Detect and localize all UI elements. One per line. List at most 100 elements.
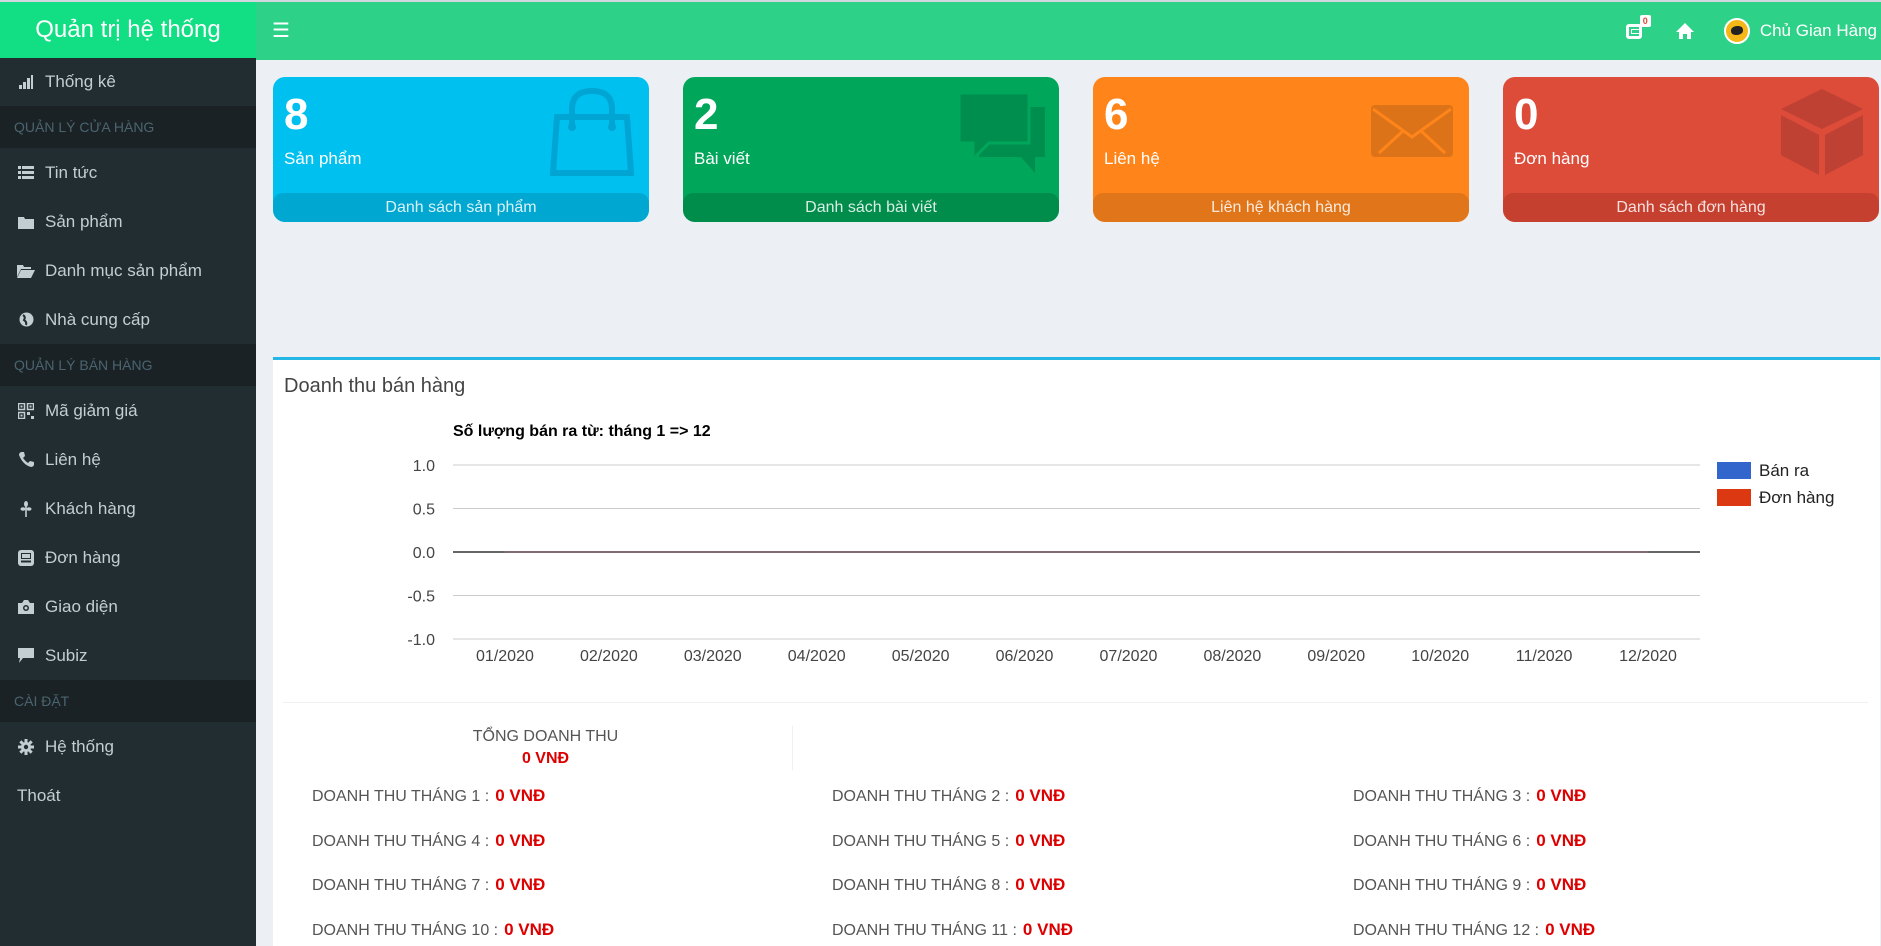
user-name[interactable]: Chủ Gian Hàng bbox=[1760, 21, 1877, 41]
monthly-revenue-value: 0 VNĐ bbox=[1536, 875, 1587, 894]
sidebar-item-12[interactable]: Subiz bbox=[0, 631, 256, 680]
monthly-revenue-value: 0 VNĐ bbox=[1536, 786, 1587, 805]
card-label: Sản phẩm bbox=[284, 149, 362, 168]
qrcode-icon bbox=[17, 402, 35, 420]
x-tick-label: 03/2020 bbox=[684, 648, 742, 665]
card-label: Bài viết bbox=[694, 149, 750, 168]
monthly-revenue-label: DOANH THU THÁNG 12 : bbox=[1353, 922, 1540, 939]
sidebar-item-0[interactable]: Thống kê bbox=[0, 58, 256, 106]
monthly-revenue-value: 0 VNĐ bbox=[495, 786, 546, 805]
monthly-revenue: DOANH THU THÁNG 12 : 0 VNĐ bbox=[1353, 920, 1595, 940]
divider bbox=[283, 702, 1868, 703]
globe-icon bbox=[17, 311, 35, 329]
app-logo[interactable]: Quản trị hệ thống bbox=[0, 2, 256, 58]
monthly-revenue-value: 0 VNĐ bbox=[1545, 920, 1596, 939]
sidebar-item-3[interactable]: Sản phẩm bbox=[0, 197, 256, 246]
x-tick-label: 10/2020 bbox=[1411, 648, 1469, 665]
monthly-revenue-value: 0 VNĐ bbox=[1536, 831, 1587, 850]
legend-swatch bbox=[1717, 489, 1751, 506]
monthly-revenue-label: DOANH THU THÁNG 8 : bbox=[832, 877, 1010, 894]
sidebar-item-9[interactable]: Khách hàng bbox=[0, 484, 256, 533]
card-footer-link[interactable]: Danh sách sản phẩm bbox=[273, 193, 649, 222]
monthly-revenue: DOANH THU THÁNG 6 : 0 VNĐ bbox=[1353, 831, 1586, 851]
card-footer-link[interactable]: Liên hệ khách hàng bbox=[1093, 193, 1469, 222]
data-point bbox=[1335, 551, 1338, 553]
bar-chart-icon bbox=[17, 73, 35, 91]
card-value: 6 bbox=[1104, 90, 1129, 139]
top-navbar: ☰ 0 Chủ Gian Hàng bbox=[256, 2, 1881, 60]
camera-icon bbox=[17, 598, 35, 616]
posts-card[interactable]: 2 Bài viết Danh sách bài viết bbox=[683, 77, 1059, 222]
sidebar-item-8[interactable]: Liên hệ bbox=[0, 435, 256, 484]
revenue-panel: Doanh thu bán hàng Số lượng bán ra từ: t… bbox=[273, 357, 1880, 946]
notification-badge: 0 bbox=[1639, 15, 1651, 27]
hamburger-icon[interactable]: ☰ bbox=[272, 18, 290, 43]
sidebar-section-header: CÀI ĐẶT bbox=[0, 680, 256, 722]
chart-title: Số lượng bán ra từ: tháng 1 => 12 bbox=[453, 423, 711, 440]
legend-label: Đơn hàng bbox=[1759, 488, 1834, 507]
sidebar-item-7[interactable]: Mã giảm giá bbox=[0, 386, 256, 435]
total-revenue: TỔNG DOANH THU 0 VNĐ bbox=[403, 728, 688, 768]
comment-icon bbox=[17, 647, 35, 665]
vertical-separator bbox=[792, 726, 793, 770]
sidebar-item-label: Giao diện bbox=[45, 596, 118, 616]
data-point bbox=[1231, 551, 1234, 553]
y-tick-label: 0.0 bbox=[413, 545, 435, 562]
x-tick-label: 05/2020 bbox=[892, 648, 950, 665]
total-revenue-value: 0 VNĐ bbox=[521, 750, 570, 767]
sidebar-item-label: Khách hàng bbox=[45, 498, 136, 518]
x-tick-label: 06/2020 bbox=[996, 648, 1054, 665]
monthly-revenue-label: DOANH THU THÁNG 9 : bbox=[1353, 877, 1531, 894]
x-tick-label: 04/2020 bbox=[788, 648, 846, 665]
phone-icon bbox=[17, 451, 35, 469]
card-value: 2 bbox=[694, 90, 719, 139]
monthly-revenue-value: 0 VNĐ bbox=[495, 831, 546, 850]
legend-label: Bán ra bbox=[1759, 461, 1810, 480]
folder-open-icon bbox=[17, 262, 35, 280]
avatar[interactable] bbox=[1723, 18, 1750, 44]
x-tick-label: 02/2020 bbox=[580, 648, 638, 665]
monthly-revenue-label: DOANH THU THÁNG 11 : bbox=[832, 922, 1017, 939]
card-value: 0 bbox=[1514, 90, 1539, 139]
sidebar-item-15[interactable]: Thoát bbox=[0, 771, 256, 820]
sidebar-item-4[interactable]: Danh mục sản phẩm bbox=[0, 246, 256, 295]
sidebar-item-label: Nhà cung cấp bbox=[45, 309, 150, 329]
card-label: Đơn hàng bbox=[1514, 149, 1590, 168]
card-footer-link[interactable]: Danh sách đơn hàng bbox=[1503, 193, 1879, 222]
orders-card[interactable]: 0 Đơn hàng Danh sách đơn hàng bbox=[1503, 77, 1879, 222]
x-tick-label: 11/2020 bbox=[1516, 648, 1573, 665]
sidebar-item-5[interactable]: Nhà cung cấp bbox=[0, 295, 256, 344]
y-tick-label: -1.0 bbox=[407, 632, 435, 649]
data-point bbox=[1127, 551, 1130, 553]
sidebar: Thống kê QUẢN LÝ CỬA HÀNG Tin tức Sản phẩm D… bbox=[0, 58, 256, 946]
sidebar-item-label: Đơn hàng bbox=[45, 547, 121, 567]
monthly-revenue: DOANH THU THÁNG 7 : 0 VNĐ bbox=[312, 875, 545, 895]
data-point bbox=[504, 551, 506, 553]
card-footer-link[interactable]: Danh sách bài viết bbox=[683, 193, 1059, 222]
sidebar-item-10[interactable]: Đơn hàng bbox=[0, 533, 256, 582]
sidebar-item-label: Danh mục sản phẩm bbox=[45, 260, 202, 280]
sidebar-item-14[interactable]: Hệ thống bbox=[0, 722, 256, 771]
data-point bbox=[1647, 551, 1649, 553]
products-card[interactable]: 8 Sản phẩm Danh sách sản phẩm bbox=[273, 77, 649, 222]
shopping-bag-icon bbox=[547, 87, 637, 177]
contacts-card[interactable]: 6 Liên hệ Liên hệ khách hàng bbox=[1093, 77, 1469, 222]
card-value: 8 bbox=[284, 90, 309, 139]
monthly-revenue: DOANH THU THÁNG 1 : 0 VNĐ bbox=[312, 786, 545, 806]
sidebar-item-11[interactable]: Giao diện bbox=[0, 582, 256, 631]
monthly-revenue: DOANH THU THÁNG 10 : 0 VNĐ bbox=[312, 920, 554, 940]
list-icon bbox=[17, 164, 35, 182]
sidebar-item-2[interactable]: Tin tức bbox=[0, 148, 256, 197]
folder-icon bbox=[17, 213, 35, 231]
legend-swatch bbox=[1717, 462, 1751, 479]
x-tick-label: 01/2020 bbox=[476, 648, 534, 665]
x-tick-label: 09/2020 bbox=[1307, 648, 1365, 665]
sidebar-section-header: QUẢN LÝ BÁN HÀNG bbox=[0, 344, 256, 386]
sidebar-item-label: Thoát bbox=[17, 785, 61, 805]
monthly-revenue: DOANH THU THÁNG 11 : 0 VNĐ bbox=[832, 920, 1073, 940]
notification-icon[interactable]: 0 bbox=[1624, 15, 1651, 41]
home-icon[interactable] bbox=[1674, 21, 1696, 41]
sidebar-item-label: Mã giảm giá bbox=[45, 400, 138, 420]
card-label: Liên hệ bbox=[1104, 149, 1160, 168]
sidebar-item-label: Tin tức bbox=[45, 162, 98, 182]
